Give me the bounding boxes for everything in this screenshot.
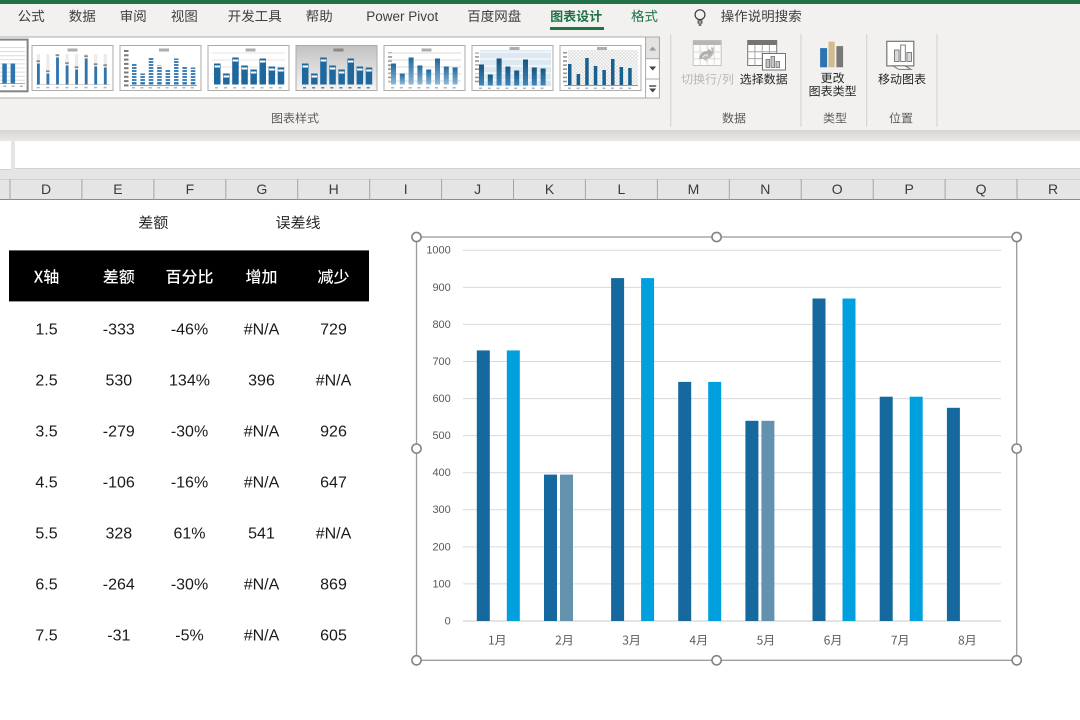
svg-text:-264: -264 [103,577,135,594]
svg-text:-46%: -46% [171,321,208,338]
svg-text:Q: Q [976,181,987,197]
svg-text:4.5: 4.5 [35,474,57,491]
svg-text:P: P [905,181,914,197]
svg-text:G: G [256,181,267,197]
svg-text:926: 926 [320,423,347,440]
svg-text:800: 800 [432,319,450,331]
svg-text:#N/A: #N/A [316,372,352,389]
svg-text:2.5: 2.5 [35,372,57,389]
svg-text:7.5: 7.5 [35,628,57,645]
svg-text:-5%: -5% [175,628,203,645]
svg-text:647: 647 [320,474,347,491]
svg-text:#N/A: #N/A [244,321,280,338]
svg-text:134%: 134% [169,372,210,389]
svg-text:3.5: 3.5 [35,423,57,440]
svg-text:328: 328 [105,526,132,543]
svg-text:-30%: -30% [171,423,208,440]
svg-text:#N/A: #N/A [244,423,280,440]
svg-text:605: 605 [320,628,347,645]
svg-text:5.5: 5.5 [35,526,57,543]
svg-text:869: 869 [320,577,347,594]
svg-text:I: I [404,181,408,197]
svg-text:-106: -106 [103,474,135,491]
svg-text:F: F [186,181,195,197]
svg-text:1.5: 1.5 [35,321,57,338]
svg-text:K: K [545,181,555,197]
svg-text:-31: -31 [107,628,130,645]
svg-text:-279: -279 [103,423,135,440]
svg-text:530: 530 [105,372,132,389]
svg-text:#N/A: #N/A [316,526,352,543]
svg-text:729: 729 [320,321,347,338]
svg-text:O: O [832,181,843,197]
svg-text:#N/A: #N/A [244,474,280,491]
svg-text:6.5: 6.5 [35,577,57,594]
svg-text:J: J [474,181,481,197]
svg-text:400: 400 [432,467,450,479]
svg-text:-30%: -30% [171,577,208,594]
svg-text:200: 200 [432,541,450,553]
svg-text:Power Pivot: Power Pivot [366,9,438,24]
svg-text:700: 700 [432,356,450,368]
svg-text:396: 396 [248,372,275,389]
svg-text:1000: 1000 [426,245,450,257]
svg-text:N: N [760,181,770,197]
svg-text:0: 0 [445,615,451,627]
svg-text:61%: 61% [173,526,205,543]
svg-text:H: H [329,181,339,197]
svg-text:500: 500 [432,430,450,442]
svg-text:D: D [41,181,51,197]
svg-text:R: R [1048,181,1058,197]
svg-text:300: 300 [432,504,450,516]
svg-text:#N/A: #N/A [244,577,280,594]
svg-text:M: M [688,181,700,197]
svg-text:600: 600 [432,393,450,405]
svg-text:-16%: -16% [171,474,208,491]
svg-text:-333: -333 [103,321,135,338]
svg-text:100: 100 [432,578,450,590]
svg-text:E: E [113,181,122,197]
svg-text:L: L [618,181,626,197]
svg-text:541: 541 [248,526,275,543]
svg-text:#N/A: #N/A [244,628,280,645]
svg-text:900: 900 [432,282,450,294]
